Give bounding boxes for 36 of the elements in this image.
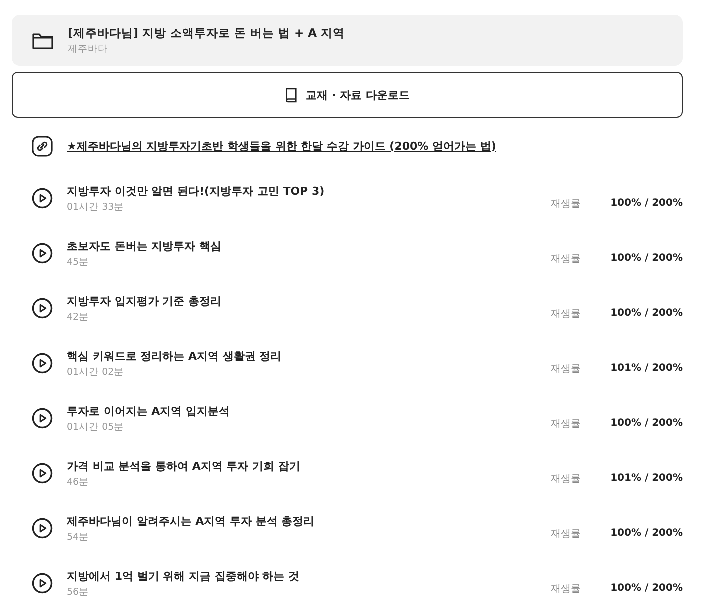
guide-link[interactable]: ★제주바다님의 지방투자기초반 학생들을 위한 한달 수강 가이드 (200% 얻어가는 법) <box>67 138 496 154</box>
progress-value: 101% / 200% <box>610 363 683 374</box>
lecture-duration: 56분 <box>67 586 90 598</box>
progress-value: 100% / 200% <box>610 253 683 264</box>
lecture-title[interactable]: 제주바다님이 알려주시는 A지역 투자 분석 총정리 <box>67 514 551 528</box>
download-button[interactable]: 교재 · 자료 다운로드 <box>12 72 683 118</box>
lecture-duration: 42분 <box>67 310 90 324</box>
lecture-title[interactable]: 지방투자 입지평가 기준 총정리 <box>67 294 551 308</box>
progress-value: 101% / 200% <box>610 473 683 484</box>
progress-label: 재생률 <box>551 418 582 430</box>
progress-value: 100% / 200% <box>610 198 683 209</box>
progress-label: 재생률 <box>551 308 582 320</box>
progress-label: 재생률 <box>551 472 582 486</box>
course-author: 제주바다 <box>68 42 109 56</box>
lecture-duration: 01시간 33분 <box>67 200 126 214</box>
progress-label: 재생률 <box>551 528 582 540</box>
lecture-title[interactable]: 초보자도 돈버는 지방투자 핵심 <box>67 238 551 254</box>
lecture-title[interactable]: 지방투자 이것만 알면 된다!(지방투자 고민 TOP 3) <box>67 184 551 198</box>
progress-label: 재생률 <box>551 198 582 210</box>
lecture-duration: 01시간 05분 <box>67 420 126 434</box>
lecture-title[interactable]: 투자로 이어지는 A지역 입지분석 <box>67 404 551 418</box>
lecture-duration: 01시간 02분 <box>67 366 126 378</box>
progress-value: 100% / 200% <box>610 308 683 319</box>
progress-value: 100% / 200% <box>610 418 683 429</box>
lecture-duration: 45분 <box>67 256 90 268</box>
lecture-title[interactable]: 핵심 키워드로 정리하는 A지역 생활권 정리 <box>67 348 551 364</box>
course-title: [제주바다님] 지방 소액투자로 돈 버는 법 + A 지역 <box>68 26 346 40</box>
progress-label: 재생률 <box>551 252 582 266</box>
progress-label: 재생률 <box>551 362 582 376</box>
lecture-duration: 46분 <box>67 476 90 488</box>
progress-value: 100% / 200% <box>610 583 683 594</box>
lecture-title[interactable]: 지방에서 1억 벌기 위해 지금 집중해야 하는 것 <box>67 568 551 584</box>
lecture-duration: 54분 <box>67 530 90 544</box>
progress-label: 재생률 <box>551 582 582 596</box>
lecture-title[interactable]: 가격 비교 분석을 통하여 A지역 투자 기회 잡기 <box>67 458 551 474</box>
progress-value: 100% / 200% <box>610 528 683 539</box>
